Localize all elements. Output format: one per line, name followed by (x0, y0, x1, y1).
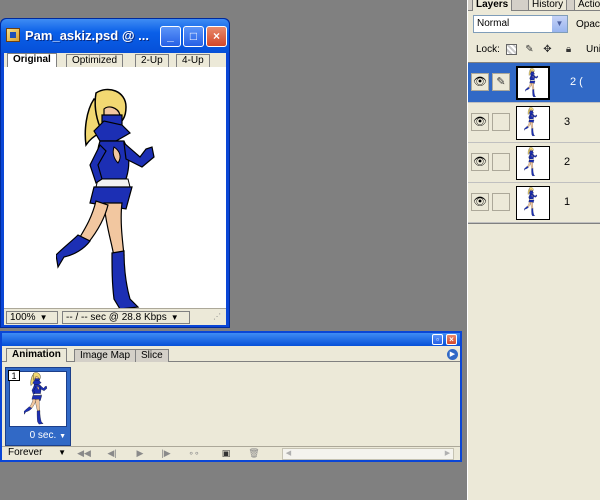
tab-animation[interactable]: Animation (6, 348, 67, 362)
animation-toolbar: Forever ▼ ◀◀ ◀| ▶ |▶ ∘∘ ▣ 🗑︎ ◀ ▶ (2, 446, 460, 460)
tab-history[interactable]: History (528, 0, 568, 11)
image-canvas[interactable] (4, 67, 226, 323)
tab-optimized[interactable]: Optimized (66, 54, 124, 67)
character-artwork (56, 87, 176, 317)
document-status-bar: 100% ▼ -- / -- sec @ 28.8 Kbps ▼ ⋰ (4, 308, 226, 325)
opacity-label: Opac (576, 19, 600, 30)
animation-frame[interactable]: 1 0 sec. ▼ (5, 367, 71, 446)
eye-visibility-icon[interactable]: 👁︎ (471, 153, 489, 171)
view-tabs: Original Optimized 2-Up 4-Up (4, 53, 226, 67)
loop-value: Forever (8, 447, 43, 458)
previous-frame-icon[interactable]: ◀| (102, 447, 122, 460)
eye-visibility-icon[interactable]: 👁︎ (471, 113, 489, 131)
layer-row[interactable]: 👁︎ 1 (468, 183, 600, 223)
layer-row[interactable]: 👁︎ 2 (468, 143, 600, 183)
layer-thumbnail (516, 146, 550, 180)
unify-label: Unif (586, 44, 600, 55)
brush-edit-icon[interactable]: ✎ (492, 73, 510, 91)
animation-titlebar[interactable]: ▫ × (2, 333, 460, 346)
next-frame-icon[interactable]: |▶ (156, 447, 176, 460)
layer-thumbnail (516, 106, 550, 140)
blend-mode-value: Normal (477, 18, 510, 29)
loop-select[interactable]: Forever ▼ (4, 447, 68, 460)
tab-actions[interactable]: Actio (574, 0, 600, 11)
close-button[interactable]: × (446, 334, 457, 345)
layer-row[interactable]: 👁︎ ✎ 2 ( (468, 63, 600, 103)
photoshop-document-icon[interactable] (6, 28, 20, 42)
layer-thumbnail-figure (517, 187, 547, 217)
layer-thumbnail-figure (517, 107, 547, 137)
horizontal-scrollbar[interactable]: ◀ ▶ (282, 448, 454, 460)
link-cell-empty[interactable] (492, 193, 510, 211)
tab-original[interactable]: Original (7, 53, 57, 67)
blend-mode-select[interactable]: Normal ▼ (473, 15, 568, 33)
frame-number: 1 (8, 370, 20, 381)
minimize-button[interactable]: ▫ (432, 334, 443, 345)
tab-slice[interactable]: Slice (135, 349, 169, 362)
chevron-down-icon[interactable]: ▼ (552, 16, 567, 32)
frame-delay-value: 0 sec. (29, 430, 57, 441)
link-cell-empty[interactable] (492, 153, 510, 171)
layer-row[interactable]: 👁︎ 3 (468, 103, 600, 143)
tab-2-up[interactable]: 2-Up (135, 54, 169, 67)
layer-name: 2 (564, 156, 571, 168)
delete-frame-trash-icon[interactable]: 🗑︎ (244, 447, 264, 460)
tab-layers[interactable]: Layers (472, 0, 513, 11)
document-title: Pam_askiz.psd @ ... (25, 28, 149, 43)
tab-4-up[interactable]: 4-Up (176, 54, 210, 67)
maximize-button[interactable]: □ (183, 26, 204, 47)
layer-thumbnail (516, 186, 550, 220)
scroll-left-icon[interactable]: ◀ (283, 449, 294, 459)
zoom-value: 100% (10, 312, 36, 323)
lock-all-icon[interactable]: 🔒︎ (563, 44, 574, 55)
dropdown-arrow-icon: ▼ (39, 313, 48, 322)
lock-transparency-icon[interactable] (506, 44, 517, 55)
layer-name: 2 ( (570, 76, 583, 88)
minimize-button[interactable]: _ (160, 26, 181, 47)
download-info: -- / -- sec @ 28.8 Kbps (66, 312, 167, 323)
dropdown-arrow-icon: ▼ (170, 313, 179, 322)
lock-position-move-icon[interactable]: ✥ (542, 44, 553, 55)
first-frame-icon[interactable]: ◀◀ (74, 447, 94, 460)
play-icon[interactable]: ▶ (130, 447, 150, 460)
duplicate-frame-icon[interactable]: ▣ (216, 447, 236, 460)
tab-image-map[interactable]: Image Map (74, 349, 137, 362)
download-time-select[interactable]: -- / -- sec @ 28.8 Kbps ▼ (62, 311, 190, 324)
dropdown-arrow-icon: ▼ (58, 448, 66, 457)
resize-grip-icon[interactable]: ⋰ (213, 312, 224, 323)
animation-palette: ▫ × Animation Image Map Slice ▶ 1 0 sec.… (0, 331, 462, 462)
layers-palette: Layers History Actio Normal ▼ Opac Lock:… (467, 0, 600, 500)
layer-name: 1 (564, 196, 571, 208)
document-window[interactable]: Pam_askiz.psd @ ... _ □ × Original Optim… (0, 18, 230, 328)
palette-menu-arrow-icon[interactable]: ▶ (447, 349, 458, 360)
lock-pixels-brush-icon[interactable]: ✎ (524, 44, 535, 55)
lock-label: Lock: (476, 44, 500, 55)
layer-thumbnail-figure (518, 68, 548, 98)
layer-name: 3 (564, 116, 571, 128)
layers-list: 👁︎ ✎ 2 ( 👁︎ 3 👁︎ 2 👁︎ 1 (468, 62, 600, 224)
animation-tabs: Animation Image Map Slice ▶ (2, 346, 460, 362)
zoom-select[interactable]: 100% ▼ (6, 311, 58, 324)
scroll-right-icon[interactable]: ▶ (442, 449, 453, 459)
eye-visibility-icon[interactable]: 👁︎ (471, 193, 489, 211)
layer-thumbnail (516, 66, 550, 100)
dropdown-arrow-icon: ▼ (59, 433, 66, 440)
document-titlebar[interactable]: Pam_askiz.psd @ ... _ □ × (1, 19, 229, 53)
frame-delay-select[interactable]: 0 sec. ▼ (6, 430, 66, 441)
tween-icon[interactable]: ∘∘ (184, 447, 204, 460)
palette-tabs: Layers History Actio (468, 0, 600, 11)
lock-row: Lock: ✎ ✥ 🔒︎ Unif (468, 40, 600, 60)
layer-thumbnail-figure (517, 147, 547, 177)
close-button[interactable]: × (206, 26, 227, 47)
eye-visibility-icon[interactable]: 👁︎ (471, 73, 489, 91)
link-cell-empty[interactable] (492, 113, 510, 131)
